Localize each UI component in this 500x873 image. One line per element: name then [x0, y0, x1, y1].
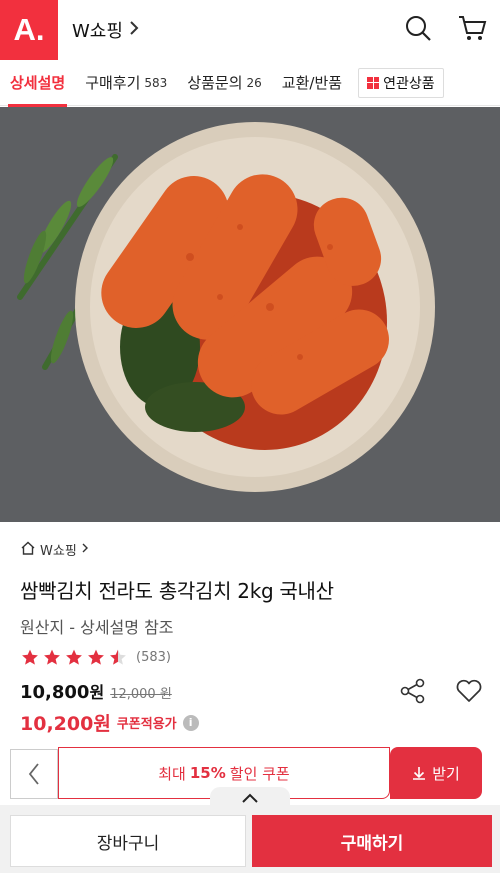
tab-reviews-count: 583 [144, 75, 168, 90]
original-price: 12,000 원 [110, 687, 172, 702]
chevron-right-icon [129, 20, 139, 41]
coupon-get-label: 받기 [432, 764, 460, 783]
app-header: A. W쇼핑 [0, 0, 500, 60]
detail-tabs: 상세설명 구매후기 583 상품문의 26 교환/반품 연관상품 [0, 60, 500, 107]
tab-related-products[interactable]: 연관상품 [358, 67, 444, 98]
buy-now-button[interactable]: 구매하기 [252, 815, 492, 867]
bottom-action-bar: 장바구니 구매하기 [0, 787, 500, 873]
chevron-right-icon [81, 542, 89, 558]
chevron-up-icon [242, 793, 258, 803]
price-unit: 원 [89, 683, 105, 702]
add-to-cart-button[interactable]: 장바구니 [10, 815, 246, 867]
download-icon [413, 767, 426, 780]
coupon-price-note: 쿠폰적용가 [116, 717, 177, 732]
tab-related-label: 연관상품 [383, 75, 435, 92]
home-icon [20, 541, 36, 559]
collapse-toggle[interactable] [210, 787, 290, 809]
brand-logo[interactable]: A. [0, 0, 58, 60]
review-count: (583) [136, 650, 171, 665]
tab-details[interactable]: 상세설명 [0, 60, 75, 107]
tab-details-label: 상세설명 [10, 74, 66, 92]
star-full-icon [44, 649, 60, 665]
shop-title-label: W쇼핑 [72, 21, 123, 42]
tab-inquiries-count: 26 [246, 75, 262, 90]
tab-inquiries-label: 상품문의 [187, 74, 243, 92]
tab-inquiries[interactable]: 상품문의 26 [177, 60, 271, 106]
coupon-text-before: 최대 [158, 764, 186, 783]
tab-reviews[interactable]: 구매후기 583 [75, 60, 177, 106]
product-image[interactable] [0, 107, 500, 522]
shop-title-link[interactable]: W쇼핑 [72, 17, 139, 43]
info-icon[interactable]: i [182, 714, 199, 731]
coupon-prev-button[interactable] [10, 749, 58, 799]
product-info: W쇼핑 쌈빡김치 전라도 총각김치 2kg 국내산 원산지 - 상세설명 참조 … [20, 540, 490, 736]
tab-exchange-return[interactable]: 교환/반품 [272, 60, 352, 106]
product-origin: 원산지 - 상세설명 참조 [20, 618, 174, 637]
cart-icon[interactable] [456, 12, 488, 44]
product-title: 쌈빡김치 전라도 총각김치 2kg 국내산 [20, 579, 334, 603]
breadcrumb[interactable]: W쇼핑 [20, 540, 490, 559]
coupon-text-after: 할인 쿠폰 [229, 764, 290, 783]
coupon-download-button[interactable]: 받기 [390, 747, 482, 799]
sale-price: 10,800 [20, 682, 90, 703]
star-half-icon [110, 649, 126, 665]
breadcrumb-label: W쇼핑 [40, 544, 77, 559]
heart-icon[interactable] [454, 676, 484, 706]
search-icon[interactable] [402, 12, 434, 44]
chevron-left-icon [28, 763, 39, 785]
coupon-price: 10,200원 [20, 713, 111, 735]
star-full-icon [66, 649, 82, 665]
tab-exchange-return-label: 교환/반품 [281, 74, 343, 92]
star-full-icon [88, 649, 104, 665]
rating-stars[interactable]: (583) [20, 648, 490, 667]
grid-icon [367, 76, 380, 89]
tab-reviews-label: 구매후기 [85, 74, 141, 92]
coupon-percent: 15% [189, 764, 226, 782]
share-icon[interactable] [398, 676, 428, 706]
star-full-icon [22, 649, 38, 665]
coupon-price-row: 10,200원 쿠폰적용가 i [20, 709, 490, 736]
